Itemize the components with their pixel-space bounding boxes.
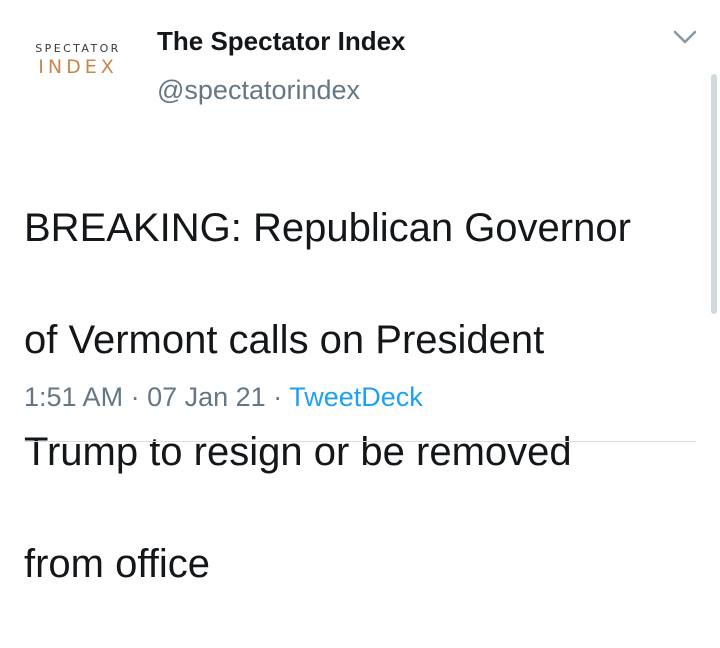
tweet-text-line: from office (24, 542, 210, 586)
display-name[interactable]: The Spectator Index (157, 24, 406, 58)
meta-separator: · (273, 382, 283, 412)
avatar-logo-top: SPECTATOR (35, 42, 121, 55)
tweet-time[interactable]: 1:51 AM (24, 382, 123, 412)
tweet[interactable]: SPECTATOR INDEX The Spectator Index @spe… (0, 0, 720, 586)
tweet-source-link[interactable]: TweetDeck (289, 382, 423, 412)
user-handle[interactable]: @spectatorindex (157, 72, 360, 108)
meta-separator: · (130, 382, 140, 412)
divider (24, 441, 696, 442)
tweet-text-line: of Vermont calls on President (24, 318, 545, 362)
scrollbar[interactable] (711, 74, 717, 314)
avatar-logo-bottom: INDEX (38, 56, 118, 78)
avatar[interactable]: SPECTATOR INDEX (22, 38, 134, 86)
chevron-down-icon[interactable] (672, 28, 698, 46)
tweet-meta: 1:51 AM · 07 Jan 21 · TweetDeck (24, 378, 423, 416)
tweet-date[interactable]: 07 Jan 21 (147, 382, 266, 412)
tweet-text-line: Trump to resign or be removed (24, 430, 572, 474)
tweet-text-line: BREAKING: Republican Governor (24, 206, 631, 250)
